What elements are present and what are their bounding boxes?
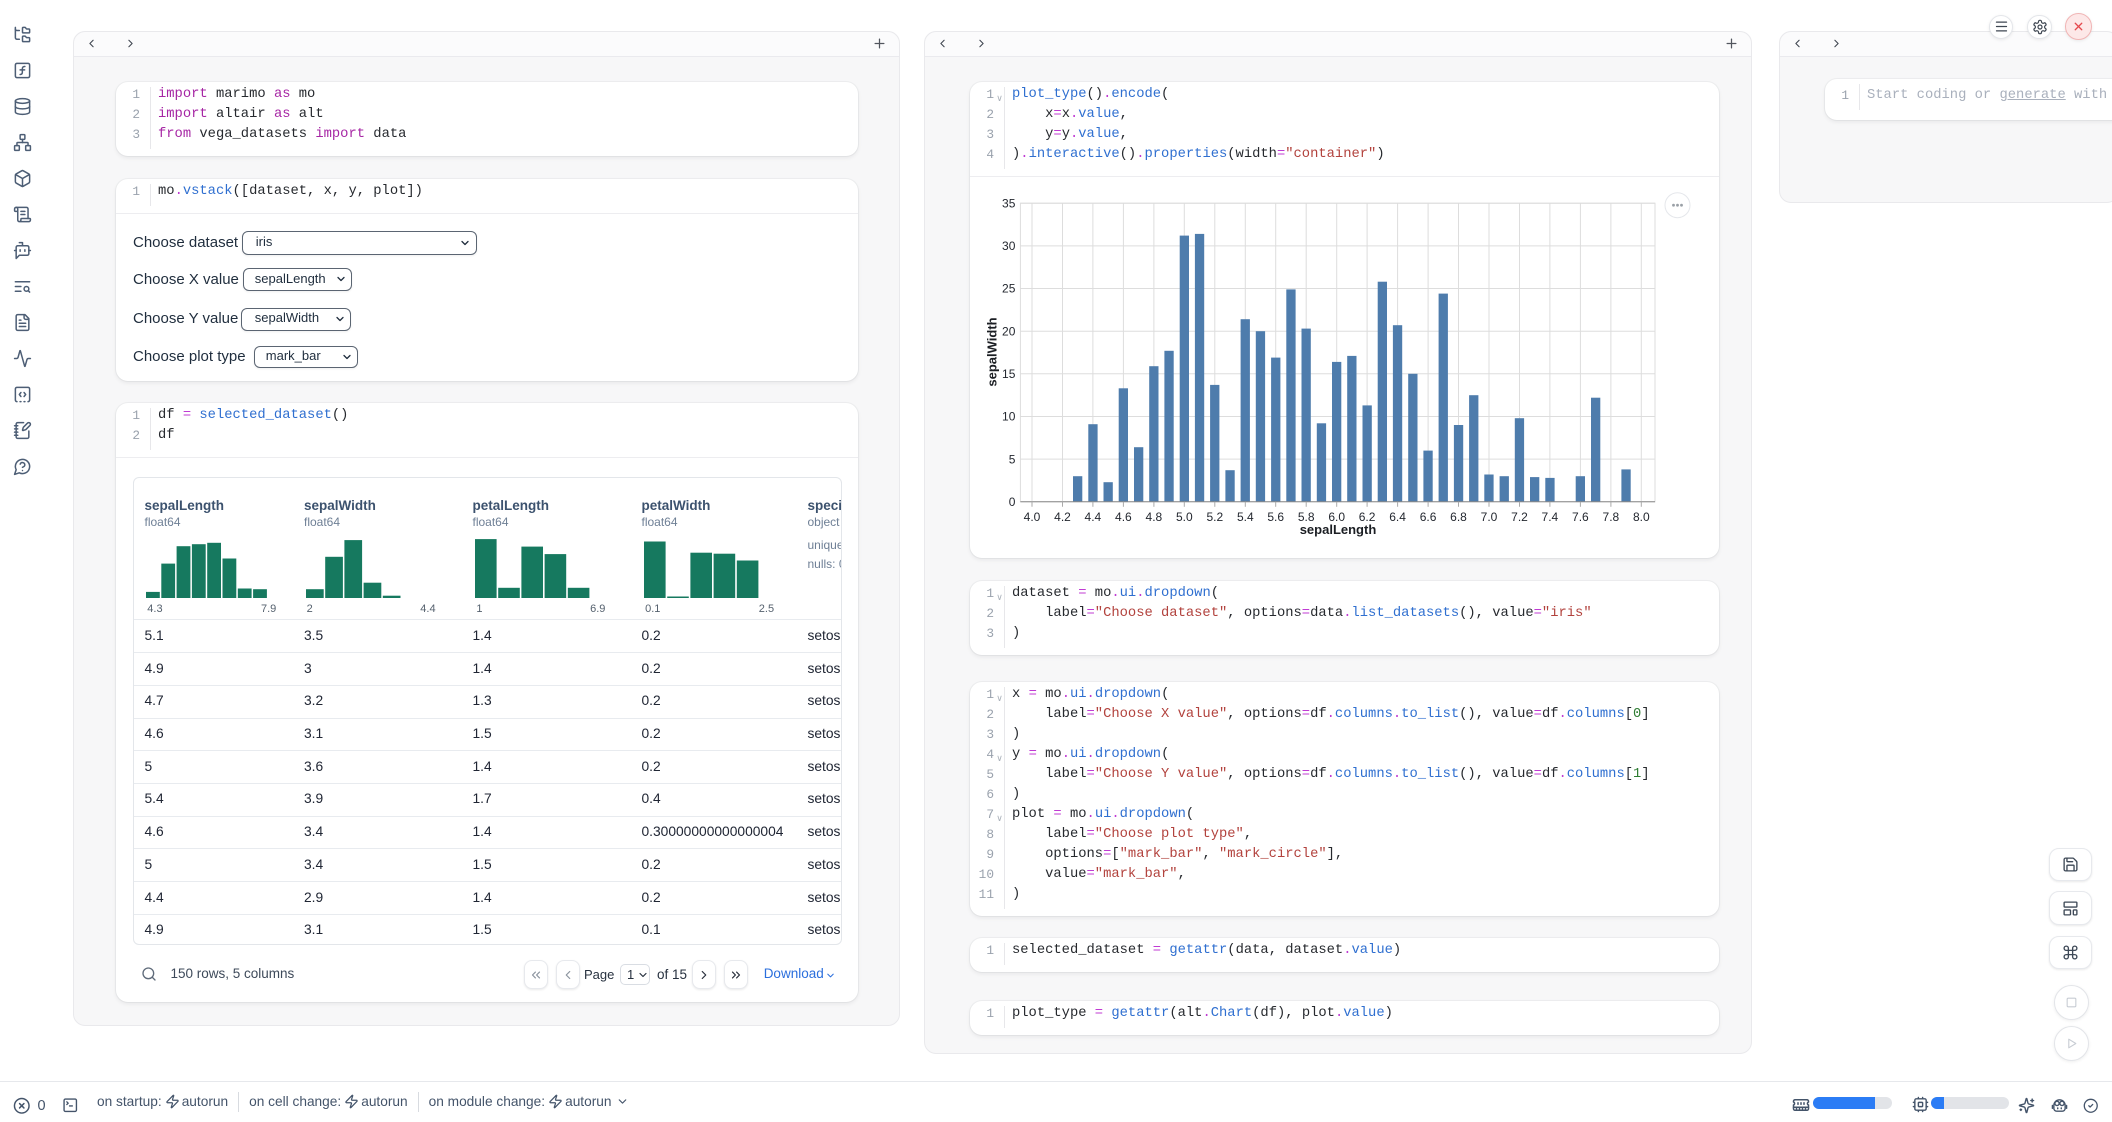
svg-text:35: 35 bbox=[1002, 196, 1016, 210]
svg-text:20: 20 bbox=[1002, 324, 1016, 338]
svg-text:sepalLength: sepalLength bbox=[1300, 522, 1377, 537]
svg-text:30: 30 bbox=[1002, 239, 1016, 253]
svg-text:6.4: 6.4 bbox=[1389, 510, 1406, 524]
svg-text:4.2: 4.2 bbox=[1054, 510, 1071, 524]
svg-text:4.6: 4.6 bbox=[1115, 510, 1132, 524]
svg-text:7.8: 7.8 bbox=[1603, 510, 1620, 524]
svg-text:5.2: 5.2 bbox=[1206, 510, 1223, 524]
svg-text:7.0: 7.0 bbox=[1481, 510, 1498, 524]
svg-text:5: 5 bbox=[1009, 452, 1016, 466]
svg-text:4.0: 4.0 bbox=[1024, 510, 1041, 524]
svg-text:7.2: 7.2 bbox=[1511, 510, 1528, 524]
svg-text:7.4: 7.4 bbox=[1542, 510, 1559, 524]
svg-text:8.0: 8.0 bbox=[1633, 510, 1650, 524]
svg-text:sepalWidth: sepalWidth bbox=[985, 317, 1000, 386]
svg-text:4.4: 4.4 bbox=[1085, 510, 1102, 524]
svg-text:5.6: 5.6 bbox=[1267, 510, 1284, 524]
svg-text:15: 15 bbox=[1002, 367, 1016, 381]
svg-text:6.8: 6.8 bbox=[1450, 510, 1467, 524]
svg-text:10: 10 bbox=[1002, 409, 1016, 423]
svg-text:6.6: 6.6 bbox=[1420, 510, 1437, 524]
svg-text:5.4: 5.4 bbox=[1237, 510, 1254, 524]
svg-text:7.6: 7.6 bbox=[1572, 510, 1589, 524]
svg-text:4.8: 4.8 bbox=[1146, 510, 1163, 524]
svg-text:0: 0 bbox=[1009, 495, 1016, 509]
svg-text:25: 25 bbox=[1002, 281, 1016, 295]
svg-text:5.0: 5.0 bbox=[1176, 510, 1193, 524]
